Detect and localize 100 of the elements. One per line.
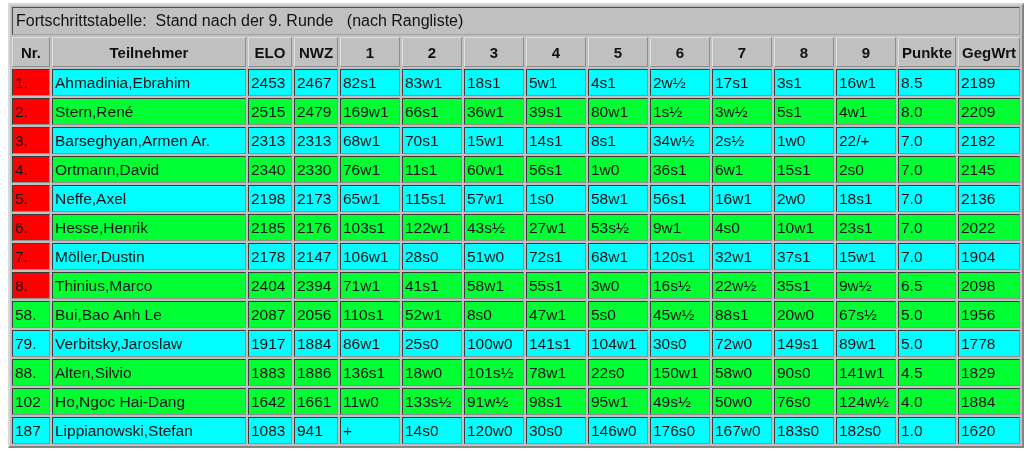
table-cell: Alten,Silvio xyxy=(52,359,246,386)
table-cell: 7.0 xyxy=(898,156,956,183)
table-cell: 115s1 xyxy=(402,185,462,212)
table-cell: 1884 xyxy=(958,388,1021,415)
table-cell: 68w1 xyxy=(340,127,400,154)
table-cell: 1620 xyxy=(958,417,1021,444)
table-cell: 1829 xyxy=(958,359,1021,386)
table-cell: 39s1 xyxy=(526,98,586,125)
column-header: 9 xyxy=(836,37,896,67)
table-cell: 2185 xyxy=(248,214,292,241)
table-cell: 1w0 xyxy=(588,156,648,183)
table-cell: 67s½ xyxy=(836,301,896,328)
table-cell: 22s0 xyxy=(588,359,648,386)
table-cell: 1917 xyxy=(248,330,292,357)
table-cell: 68w1 xyxy=(588,243,648,270)
table-cell: 76s0 xyxy=(774,388,834,415)
rank-cell: 8. xyxy=(12,272,50,299)
table-cell: 2340 xyxy=(248,156,292,183)
rank-cell: 4. xyxy=(12,156,50,183)
table-cell: 49s½ xyxy=(650,388,710,415)
table-cell: 103s1 xyxy=(340,214,400,241)
table-cell: 146w0 xyxy=(588,417,648,444)
table-cell: 1s½ xyxy=(650,98,710,125)
table-cell: 14s1 xyxy=(526,127,586,154)
table-cell: 120w0 xyxy=(464,417,524,444)
table-cell: 136s1 xyxy=(340,359,400,386)
table-cell: 183s0 xyxy=(774,417,834,444)
table-cell: 124w½ xyxy=(836,388,896,415)
table-cell: 2404 xyxy=(248,272,292,299)
rank-cell: 88. xyxy=(12,359,50,386)
table-cell: 2s0 xyxy=(836,156,896,183)
rank-cell: 187 xyxy=(12,417,50,444)
table-cell: 76w1 xyxy=(340,156,400,183)
table-cell: 1w0 xyxy=(774,127,834,154)
table-cell: 35s1 xyxy=(774,272,834,299)
table-cell: 2w½ xyxy=(650,69,710,96)
table-cell: Lippianowski,Stefan xyxy=(52,417,246,444)
table-cell: 8s0 xyxy=(464,301,524,328)
table-cell: 1s0 xyxy=(526,185,586,212)
table-cell: 36s1 xyxy=(650,156,710,183)
column-header: 6 xyxy=(650,37,710,67)
table-cell: Ortmann,David xyxy=(52,156,246,183)
table-cell: 17s1 xyxy=(712,69,772,96)
table-cell: 169w1 xyxy=(340,98,400,125)
table-cell: 182s0 xyxy=(836,417,896,444)
table-cell: 2313 xyxy=(248,127,292,154)
table-cell: 43s½ xyxy=(464,214,524,241)
table-cell: Stern,René xyxy=(52,98,246,125)
table-cell: 51w0 xyxy=(464,243,524,270)
table-cell: 1778 xyxy=(958,330,1021,357)
table-cell: 2022 xyxy=(958,214,1021,241)
column-header: 5 xyxy=(588,37,648,67)
table-cell: 58w1 xyxy=(464,272,524,299)
table-cell: 14s0 xyxy=(402,417,462,444)
rank-cell: 2. xyxy=(12,98,50,125)
table-cell: 1083 xyxy=(248,417,292,444)
table-cell: Ahmadinia,Ebrahim xyxy=(52,69,246,96)
table-cell: 98s1 xyxy=(526,388,586,415)
table-cell: 71w1 xyxy=(340,272,400,299)
table-cell: 4.0 xyxy=(898,388,956,415)
table-cell: 2056 xyxy=(294,301,338,328)
table-cell: 88s1 xyxy=(712,301,772,328)
table-cell: 16w1 xyxy=(836,69,896,96)
rank-cell: 58. xyxy=(12,301,50,328)
column-header: 3 xyxy=(464,37,524,67)
table-cell: 83w1 xyxy=(402,69,462,96)
table-cell: 1884 xyxy=(294,330,338,357)
table-cell: 7.0 xyxy=(898,243,956,270)
table-cell: 16w1 xyxy=(712,185,772,212)
column-header: 7 xyxy=(712,37,772,67)
table-cell: 2515 xyxy=(248,98,292,125)
table-cell: 6.5 xyxy=(898,272,956,299)
table-cell: 20w0 xyxy=(774,301,834,328)
table-cell: 23s1 xyxy=(836,214,896,241)
table-cell: 3w½ xyxy=(712,98,772,125)
table-cell: 37s1 xyxy=(774,243,834,270)
table-cell: 7.0 xyxy=(898,127,956,154)
table-cell: 1904 xyxy=(958,243,1021,270)
table-cell: 8s1 xyxy=(588,127,648,154)
rank-cell: 3. xyxy=(12,127,50,154)
table-cell: 15w1 xyxy=(464,127,524,154)
table-cell: 104w1 xyxy=(588,330,648,357)
table-cell: 7.0 xyxy=(898,214,956,241)
table-cell: 60w1 xyxy=(464,156,524,183)
table-cell: 22w½ xyxy=(712,272,772,299)
column-header: ELO xyxy=(248,37,292,67)
table-cell: 167w0 xyxy=(712,417,772,444)
table-cell: 1886 xyxy=(294,359,338,386)
table-cell: 8.0 xyxy=(898,98,956,125)
table-cell: 2394 xyxy=(294,272,338,299)
table-cell: Neffe,Axel xyxy=(52,185,246,212)
table-cell: 176s0 xyxy=(650,417,710,444)
table-cell: Barseghyan,Armen Ar. xyxy=(52,127,246,154)
table-cell: 8.5 xyxy=(898,69,956,96)
table-cell: 1642 xyxy=(248,388,292,415)
table-cell: 141w1 xyxy=(836,359,896,386)
rank-cell: 7. xyxy=(12,243,50,270)
rank-cell: 1. xyxy=(12,69,50,96)
table-cell: Möller,Dustin xyxy=(52,243,246,270)
column-header: NWZ xyxy=(294,37,338,67)
